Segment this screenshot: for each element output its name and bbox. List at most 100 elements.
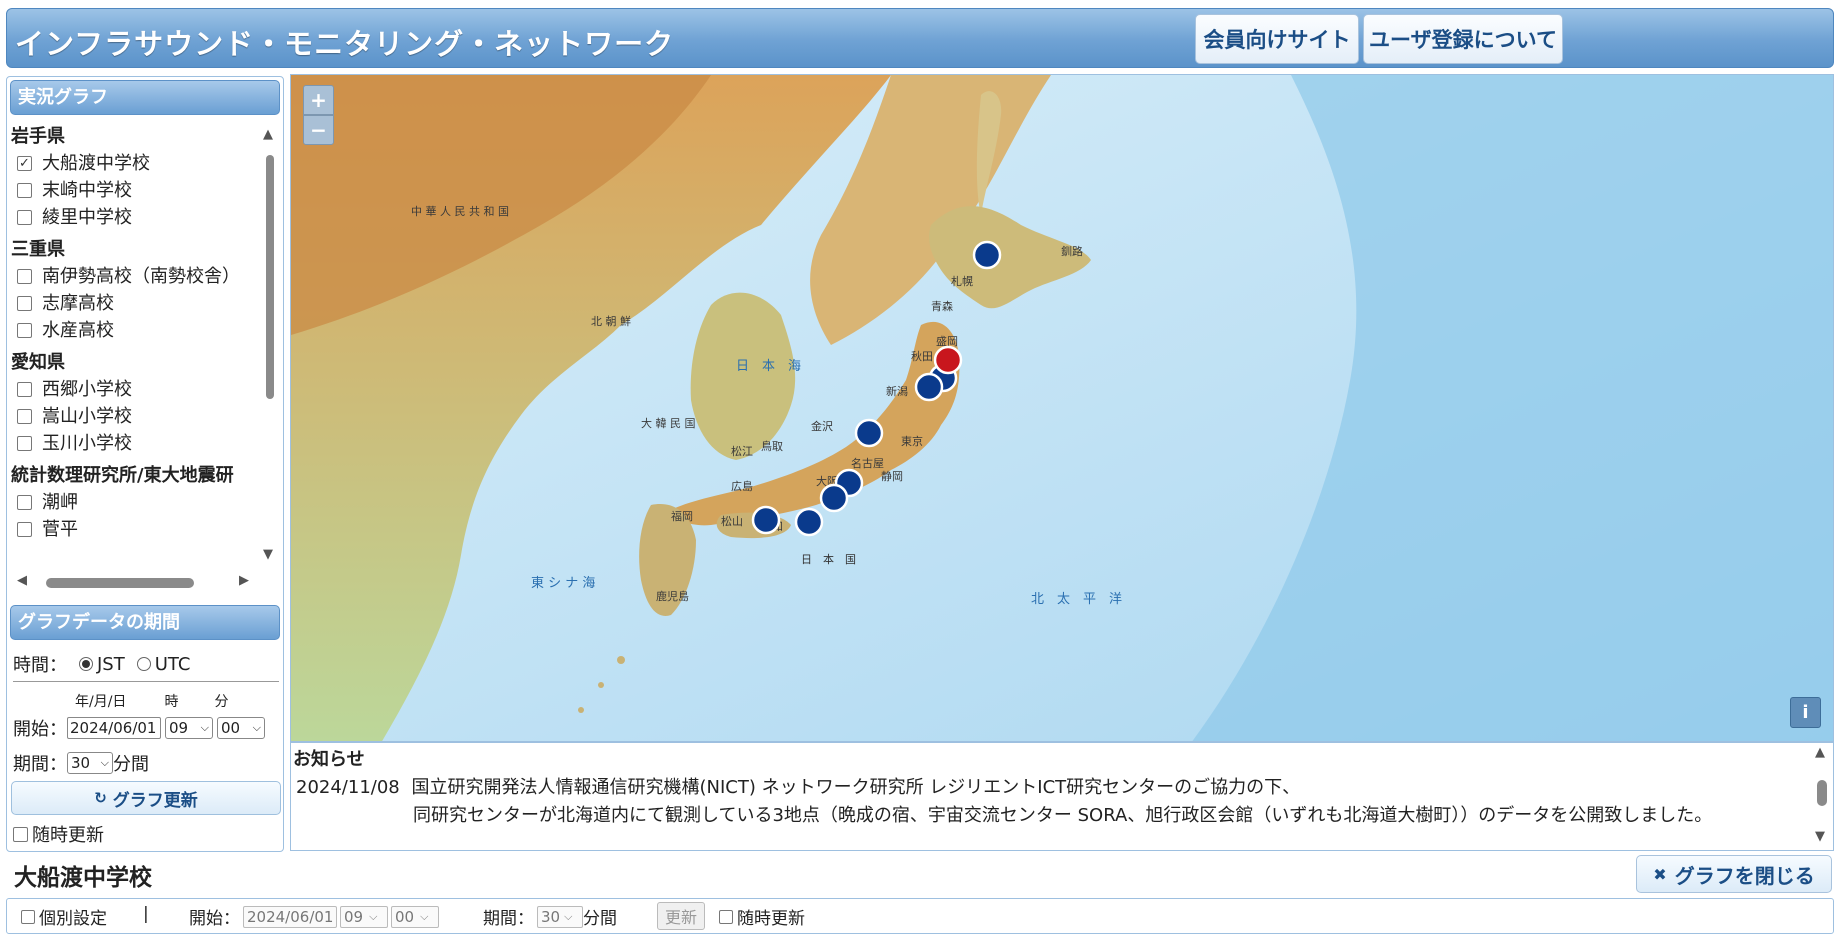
scroll-down-arrow-icon[interactable]: ▼ xyxy=(1815,829,1825,844)
station-marker-selected[interactable] xyxy=(933,345,963,375)
scroll-up-arrow-icon[interactable]: ▲ xyxy=(263,127,273,142)
info-icon[interactable]: i xyxy=(1790,697,1821,728)
checkbox-icon[interactable] xyxy=(719,909,733,924)
graph-toolbar: 個別設定 | 開始： 2024/06/01 09 ⌵ 00 ⌵ 期間： 30 ⌵ 分間… xyxy=(6,898,1834,934)
live-graph-heading: 実況グラフ xyxy=(10,80,280,115)
scroll-up-arrow-icon[interactable]: ▲ xyxy=(1815,745,1825,760)
map-label-tokyo: 東京 xyxy=(901,434,923,448)
checkbox-icon[interactable] xyxy=(17,323,32,338)
checkbox-icon[interactable] xyxy=(17,269,32,284)
map-canvas[interactable]: 中 華 人 民 共 和 国 北 朝 鮮 大 韓 民 国 札幌 秋田 盛岡 仙台 … xyxy=(291,75,1834,742)
map-label-matsue: 松江 xyxy=(731,444,753,458)
graph-start-minute-select[interactable]: 00 ⌵ xyxy=(391,905,439,928)
close-graph-button[interactable]: ✖ グラフを閉じる xyxy=(1636,855,1832,893)
pref-heading: 岩手県 xyxy=(11,126,65,147)
notice-text-1: 国立研究開発法人情報通信研究機構(NICT) ネットワーク研究所 レジリエントI… xyxy=(411,777,1301,798)
radio-utc[interactable] xyxy=(136,657,151,671)
station-item[interactable]: 潮岬 xyxy=(9,489,259,516)
map-label-akita: 秋田 xyxy=(911,349,933,363)
station-marker[interactable] xyxy=(854,418,884,448)
station-item[interactable]: 嵩山小学校 xyxy=(9,403,259,430)
checkbox-icon[interactable] xyxy=(17,522,32,537)
station-item[interactable]: 西郷小学校 xyxy=(9,376,259,403)
zoom-in-button[interactable]: + xyxy=(303,85,334,115)
graph-start-hour-select[interactable]: 09 ⌵ xyxy=(340,905,388,928)
station-item[interactable]: 水産高校 xyxy=(9,317,259,344)
duration-select[interactable]: 30 ⌵ xyxy=(67,752,113,774)
station-item[interactable]: 南伊勢高校（南勢校舎） xyxy=(9,263,259,290)
chevron-down-icon: ⌵ xyxy=(420,909,429,923)
app-title: インフラサウンド・モニタリング・ネットワーク xyxy=(15,27,675,61)
notice-scroll-thumb[interactable] xyxy=(1817,780,1827,806)
map-label-matsuyama: 松山 xyxy=(721,514,743,528)
station-marker[interactable] xyxy=(794,507,824,537)
pref-heading: 統計数理研究所/東大地震研 xyxy=(11,465,234,486)
graph-update-button[interactable]: ↻ グラフ更新 xyxy=(11,781,281,815)
station-item[interactable]: 玉川小学校 xyxy=(9,430,259,457)
graph-auto-update[interactable]: 随時更新 xyxy=(719,904,805,929)
checkbox-icon[interactable] xyxy=(17,409,32,424)
station-marker[interactable] xyxy=(819,483,849,513)
user-registration-button[interactable]: ユーザ登録について xyxy=(1363,14,1563,64)
auto-update-row[interactable]: 随時更新 xyxy=(13,821,104,847)
checkbox-icon[interactable] xyxy=(17,382,32,397)
start-date-input[interactable]: 2024/06/01 xyxy=(67,717,161,739)
map-label-nk: 北 朝 鮮 xyxy=(591,314,631,328)
chevron-down-icon: ⌵ xyxy=(100,756,109,769)
map-label-nagoya: 名古屋 xyxy=(851,456,884,470)
station-marker[interactable] xyxy=(972,240,1002,270)
start-minute-select[interactable]: 00 ⌵ xyxy=(217,717,265,739)
station-item[interactable]: 綾里中学校 xyxy=(9,204,259,231)
graph-refresh-button[interactable]: 更新 xyxy=(657,902,706,930)
zoom-out-button[interactable]: − xyxy=(303,115,334,145)
checkbox-icon[interactable] xyxy=(17,436,32,451)
station-item[interactable]: 菅平 xyxy=(9,516,259,543)
member-site-button[interactable]: 会員向けサイト xyxy=(1195,14,1359,64)
map-label-aomori: 青森 xyxy=(931,299,953,313)
map-label-korea: 大 韓 民 国 xyxy=(641,416,696,430)
pref-heading: 三重県 xyxy=(11,239,65,260)
graph-duration-select[interactable]: 30 ⌵ xyxy=(537,905,583,928)
scroll-right-arrow-icon[interactable]: ▶ xyxy=(239,573,249,588)
checkbox-icon[interactable] xyxy=(21,909,35,924)
checkbox-icon[interactable] xyxy=(13,826,28,842)
hscroll-thumb[interactable] xyxy=(46,578,194,588)
refresh-icon: ↻ xyxy=(94,789,107,807)
map-label-niigata: 新潟 xyxy=(886,384,908,398)
checkbox-icon[interactable] xyxy=(17,296,32,311)
scroll-left-arrow-icon[interactable]: ◀ xyxy=(17,573,27,588)
station-map[interactable]: 中 華 人 民 共 和 国 北 朝 鮮 大 韓 民 国 札幌 秋田 盛岡 仙台 … xyxy=(290,74,1834,742)
station-item[interactable]: ✓ 大船渡中学校 xyxy=(9,150,259,177)
map-label-kagoshima: 鹿児島 xyxy=(656,589,689,603)
pref-heading: 愛知県 xyxy=(11,352,65,373)
map-label-sapporo: 札幌 xyxy=(951,274,973,288)
radio-jst[interactable] xyxy=(79,657,93,671)
chevron-down-icon: ⌵ xyxy=(369,909,378,923)
map-label-china: 中 華 人 民 共 和 国 xyxy=(411,205,509,218)
start-hour-select[interactable]: 09 ⌵ xyxy=(165,717,213,739)
notice-date: 2024/11/08 xyxy=(296,777,400,798)
checkbox-icon[interactable] xyxy=(17,210,32,225)
station-marker[interactable] xyxy=(751,505,781,535)
individual-setting[interactable]: 個別設定 xyxy=(21,904,107,929)
station-item[interactable]: 末崎中学校 xyxy=(9,177,259,204)
close-icon: ✖ xyxy=(1653,864,1667,884)
vscroll-thumb[interactable] xyxy=(266,155,274,399)
scroll-down-arrow-icon[interactable]: ▼ xyxy=(263,547,273,562)
notice-scrollbar[interactable]: ▲ ▼ xyxy=(1811,745,1831,849)
graph-title: 大船渡中学校 xyxy=(14,865,152,891)
start-row: 開始： 2024/06/01 09 ⌵ 00 ⌵ xyxy=(13,715,265,741)
divider xyxy=(13,681,279,682)
station-item[interactable]: 志摩高校 xyxy=(9,290,259,317)
chevron-down-icon: ⌵ xyxy=(252,721,261,734)
chevron-down-icon: ⌵ xyxy=(200,721,209,734)
station-list-hscrollbar[interactable]: ◀ ▶ xyxy=(13,573,257,589)
station-marker[interactable] xyxy=(914,372,944,402)
checkbox-icon[interactable] xyxy=(17,183,32,198)
graph-start-date-input[interactable]: 2024/06/01 xyxy=(243,905,337,928)
station-list-vscrollbar[interactable]: ▲ ▼ xyxy=(261,127,277,565)
checkbox-icon[interactable] xyxy=(17,495,32,510)
graph-start-row: 開始： 2024/06/01 09 ⌵ 00 ⌵ xyxy=(189,904,439,929)
map-label-japan: 日 本 国 xyxy=(801,552,856,566)
checkbox-checked-icon[interactable]: ✓ xyxy=(17,156,32,171)
